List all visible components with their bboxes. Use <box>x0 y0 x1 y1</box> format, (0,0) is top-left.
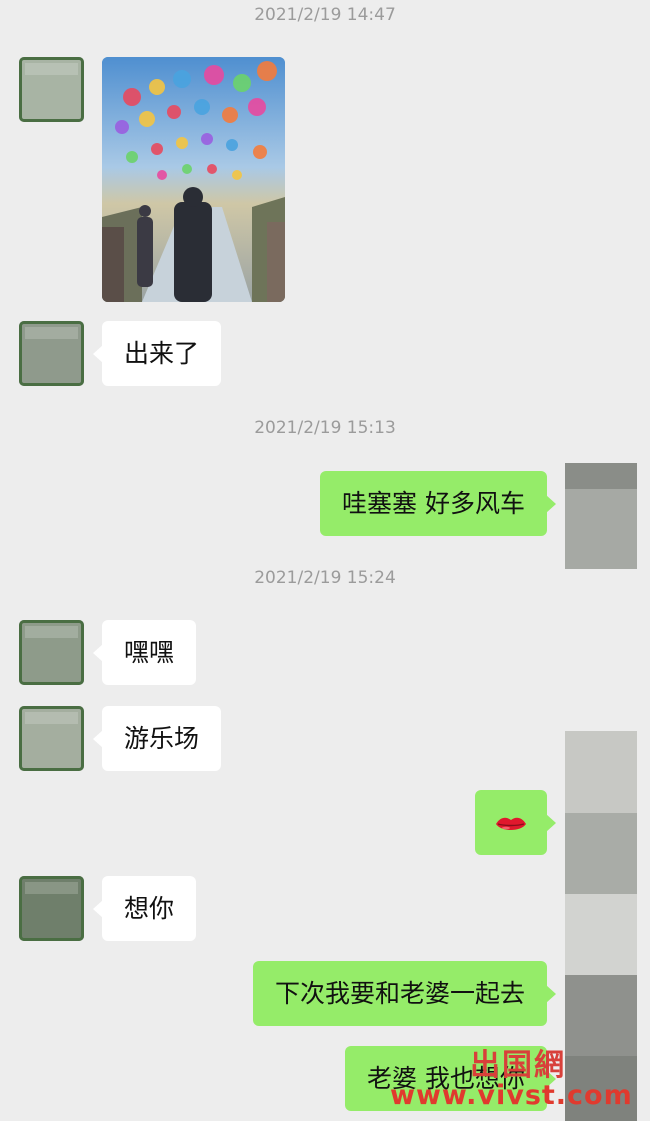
avatar[interactable] <box>565 731 637 813</box>
message-text: 下次我要和老婆一起去 <box>274 979 525 1008</box>
timestamp: 2021/2/19 14:47 <box>254 5 396 25</box>
message-bubble[interactable] <box>475 790 556 855</box>
watermark-logo: 出国網 <box>470 1048 566 1083</box>
avatar[interactable] <box>565 463 637 569</box>
watermark-url: www.vivst.com <box>390 1080 633 1111</box>
message-text: 出来了 <box>124 339 200 368</box>
pinwheel-tunnel-image <box>102 57 285 302</box>
avatar[interactable] <box>19 321 84 386</box>
avatar-highlight <box>565 463 637 489</box>
message-bubble[interactable]: 嘿嘿 <box>92 620 197 685</box>
message-bubble[interactable]: 想你 <box>92 876 197 941</box>
message-text: 想你 <box>124 894 175 923</box>
avatar[interactable] <box>565 813 637 894</box>
message-text: 哇塞塞 好多风车 <box>342 489 525 518</box>
message-text: 嘿嘿 <box>124 638 175 667</box>
avatar[interactable] <box>19 876 84 941</box>
timestamp: 2021/2/19 15:24 <box>254 568 396 588</box>
message-bubble[interactable]: 游乐场 <box>92 706 222 771</box>
watermark: 出国網 www.vivst.com <box>390 1040 650 1115</box>
message-text: 游乐场 <box>124 724 200 753</box>
shared-photo[interactable] <box>102 57 285 302</box>
avatar[interactable] <box>19 706 84 771</box>
message-bubble[interactable]: 哇塞塞 好多风车 <box>320 471 556 536</box>
avatar[interactable] <box>19 620 84 685</box>
message-bubble[interactable]: 下次我要和老婆一起去 <box>252 961 557 1026</box>
lips-emoji-icon <box>496 817 526 830</box>
avatar[interactable] <box>19 57 84 122</box>
message-bubble[interactable]: 出来了 <box>92 321 222 386</box>
timestamp: 2021/2/19 15:13 <box>254 418 396 438</box>
avatar[interactable] <box>565 894 637 975</box>
